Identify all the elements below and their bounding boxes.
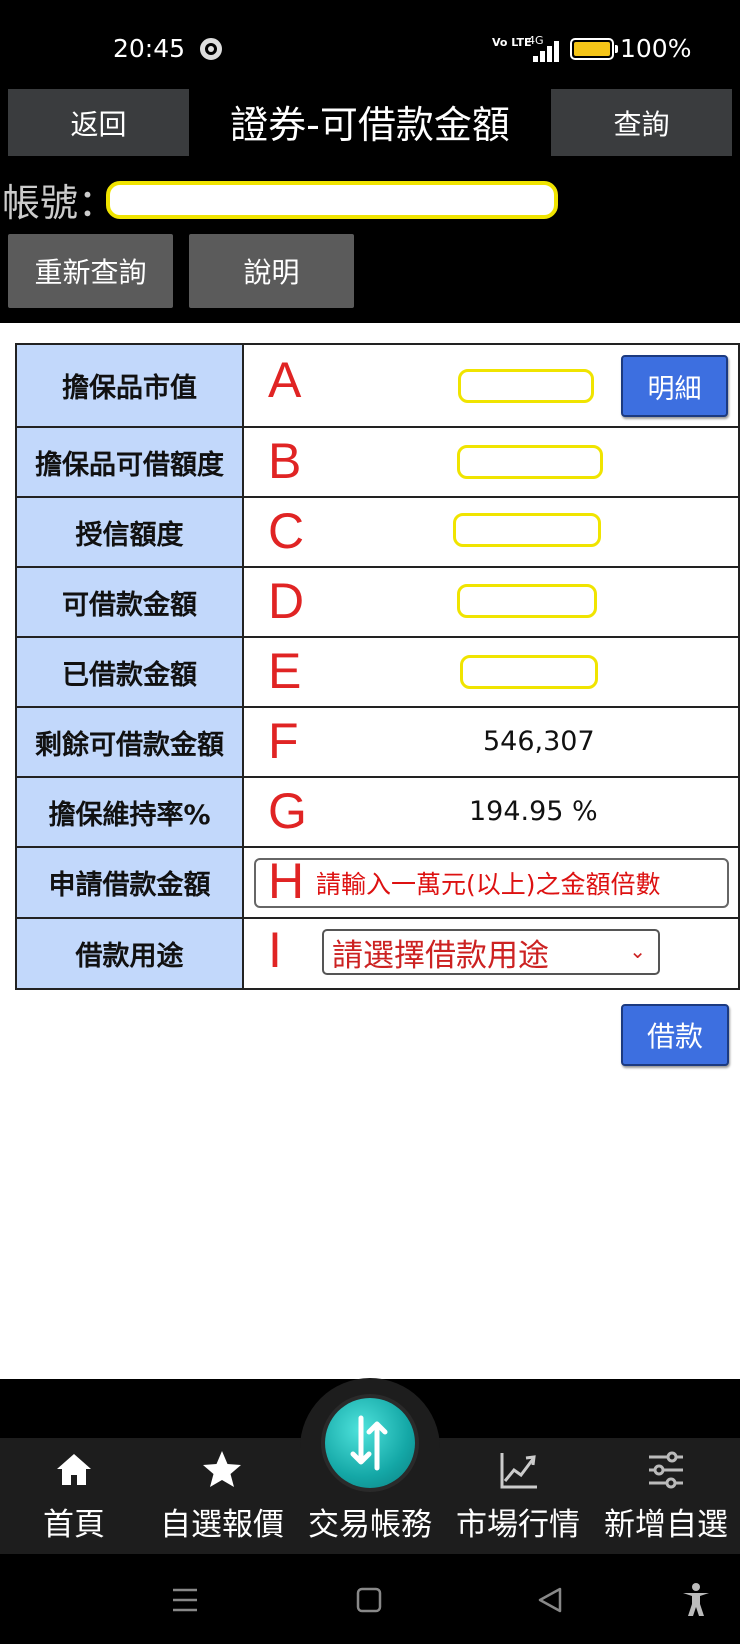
nav-item-trading[interactable]: 交易帳務 — [296, 1445, 444, 1544]
row-label: 擔保維持率% — [17, 778, 244, 846]
row-value-cell: G 194.95 % — [244, 778, 738, 846]
nav-label: 自選報價 — [160, 1507, 284, 1543]
remaining-amount: 546,307 — [483, 726, 595, 757]
loan-purpose-selected: 請選擇借款用途 — [332, 937, 549, 974]
chart-icon — [500, 1453, 537, 1489]
nav-label: 交易帳務 — [308, 1507, 432, 1543]
highlighted-value — [453, 513, 601, 547]
chevron-down-icon: ⌄ — [629, 939, 646, 963]
nav-item-add-watchlist[interactable]: 新增自選 — [592, 1445, 740, 1544]
row-letter: C — [268, 503, 305, 559]
row-value-cell: B — [244, 428, 738, 496]
back-triangle-icon[interactable] — [535, 1585, 565, 1615]
star-icon — [203, 1451, 241, 1487]
row-label: 申請借款金額 — [17, 848, 244, 917]
battery-icon — [570, 38, 614, 60]
loan-table: 擔保品市值 A 明細 擔保品可借額度 B 授信額度 C 可借款金額 D 已借款金… — [15, 343, 740, 990]
volte-icon: Vo LTE — [492, 36, 532, 49]
nav-label: 市場行情 — [456, 1507, 580, 1543]
status-time: 20:45 — [113, 34, 186, 63]
account-field[interactable] — [106, 181, 558, 219]
row-value-cell: C — [244, 498, 738, 566]
detail-button[interactable]: 明細 — [621, 355, 728, 417]
table-row-credit-limit: 授信額度 C — [17, 498, 738, 568]
nav-item-home[interactable]: 首頁 — [0, 1445, 148, 1544]
row-letter: A — [268, 352, 302, 408]
account-label: 帳號： — [2, 181, 117, 225]
table-row-remaining: 剩餘可借款金額 F 546,307 — [17, 708, 738, 778]
back-button[interactable]: 返回 — [8, 89, 189, 156]
table-row-borrowed: 已借款金額 E — [17, 638, 738, 708]
row-label: 擔保品市值 — [17, 345, 244, 426]
row-letter: B — [268, 433, 302, 489]
table-row-collateral-value: 擔保品市值 A 明細 — [17, 345, 738, 428]
nav-label: 新增自選 — [604, 1507, 728, 1543]
nav-label: 首頁 — [43, 1507, 105, 1543]
battery-tip — [615, 45, 618, 53]
signal-icon — [533, 40, 561, 62]
highlighted-value — [457, 445, 603, 479]
accessibility-icon[interactable] — [680, 1582, 712, 1618]
nav-item-market[interactable]: 市場行情 — [444, 1445, 592, 1544]
row-letter: E — [268, 643, 302, 699]
row-value-cell: D — [244, 568, 738, 636]
row-letter: D — [268, 573, 305, 629]
row-label: 已借款金額 — [17, 638, 244, 706]
highlighted-value — [458, 369, 594, 403]
table-row-maintenance-ratio: 擔保維持率% G 194.95 % — [17, 778, 738, 848]
table-row-borrowable: 可借款金額 D — [17, 568, 738, 638]
help-button[interactable]: 說明 — [189, 234, 354, 308]
sliders-icon — [649, 1451, 683, 1489]
home-square-icon[interactable] — [355, 1586, 383, 1614]
row-letter: I — [268, 922, 282, 978]
row-label: 借款用途 — [17, 919, 244, 988]
row-label: 擔保品可借額度 — [17, 428, 244, 496]
row-value-cell: E — [244, 638, 738, 706]
highlighted-value — [460, 655, 598, 689]
row-label: 剩餘可借款金額 — [17, 708, 244, 776]
table-row-purpose: 借款用途 I 請選擇借款用途 ⌄ — [17, 919, 738, 988]
row-value-cell: 請輸入一萬元(以上)之金額倍數 H — [244, 848, 738, 917]
query-button[interactable]: 查詢 — [551, 89, 732, 156]
row-value-cell: F 546,307 — [244, 708, 738, 776]
row-value-cell: A 明細 — [244, 345, 738, 426]
row-value-cell: I 請選擇借款用途 ⌄ — [244, 919, 738, 988]
maintenance-ratio: 194.95 % — [469, 796, 598, 827]
row-label: 可借款金額 — [17, 568, 244, 636]
row-letter: H — [268, 853, 305, 909]
menu-icon[interactable] — [170, 1586, 200, 1614]
page-title: 證券-可借款金額 — [230, 103, 510, 147]
home-icon — [57, 1454, 91, 1485]
loan-purpose-select[interactable]: 請選擇借款用途 ⌄ — [322, 929, 660, 975]
borrow-button[interactable]: 借款 — [621, 1004, 729, 1066]
row-letter: F — [268, 713, 299, 769]
table-row-apply-amount: 申請借款金額 請輸入一萬元(以上)之金額倍數 H — [17, 848, 738, 919]
table-row-collateral-limit: 擔保品可借額度 B — [17, 428, 738, 498]
chrome-icon — [200, 38, 222, 60]
status-bar: 20:45 Vo LTE 4G 100% — [0, 0, 740, 80]
system-nav-bar — [0, 1554, 740, 1644]
row-letter: G — [268, 783, 307, 839]
battery-percent: 100% — [620, 34, 692, 63]
loan-amount-input[interactable]: 請輸入一萬元(以上)之金額倍數 — [254, 858, 729, 908]
nav-item-watchlist[interactable]: 自選報價 — [148, 1445, 296, 1544]
row-label: 授信額度 — [17, 498, 244, 566]
requery-button[interactable]: 重新查詢 — [8, 234, 173, 308]
loan-amount-placeholder: 請輸入一萬元(以上)之金額倍數 — [316, 870, 661, 899]
highlighted-value — [457, 584, 597, 618]
